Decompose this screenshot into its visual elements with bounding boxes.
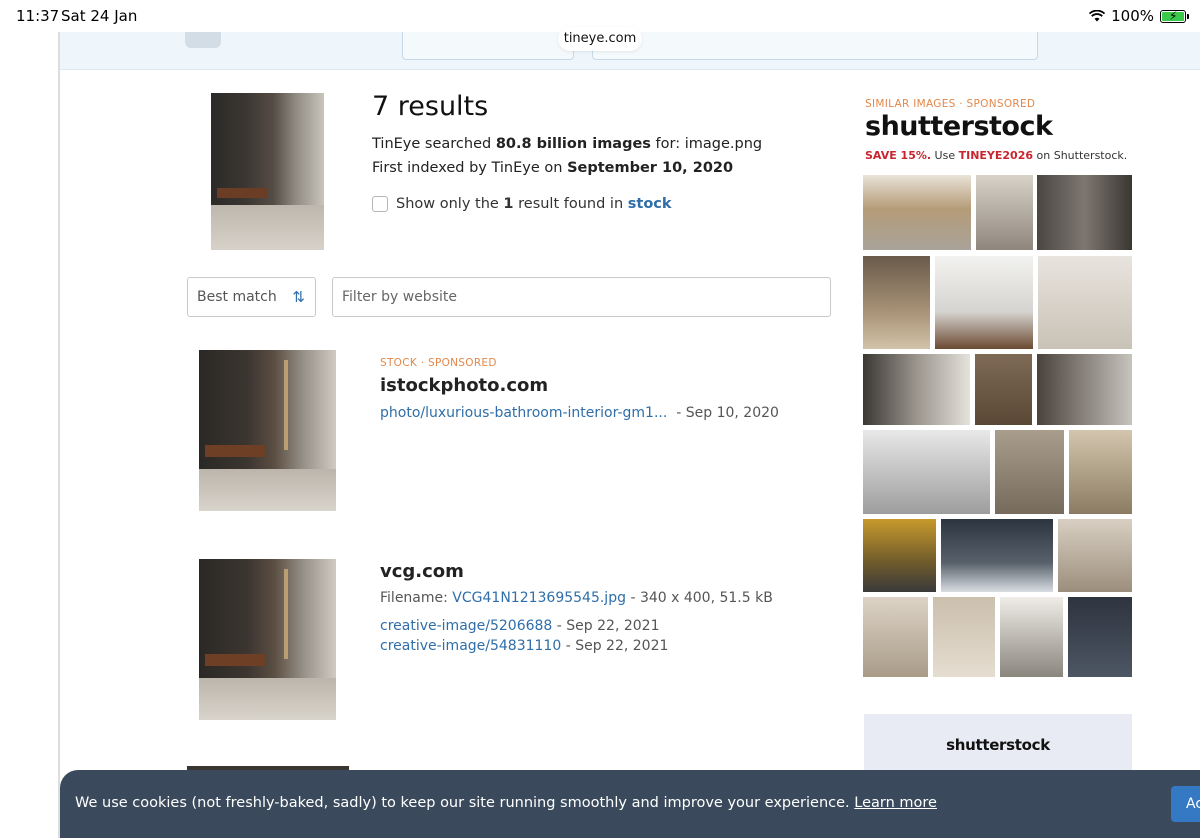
filter-website-input[interactable] [332, 277, 831, 317]
stock-only-filter[interactable]: Show only the 1 result found in stock [372, 196, 672, 212]
result-filename-row: Filename: VCG41N1213695545.jpg - 340 x 4… [380, 590, 773, 606]
result-site-name[interactable]: istockphoto.com [380, 375, 548, 396]
shutterstock-logo[interactable]: shutterstock [865, 111, 1053, 142]
ad-sponsored-text: SPONSORED [966, 98, 1036, 110]
similar-image-tile[interactable] [941, 519, 1053, 592]
result-link-row: creative-image/54831110 - Sep 22, 2021 [380, 638, 668, 654]
similar-image-tile[interactable] [976, 175, 1033, 250]
result-link[interactable]: photo/luxurious-bathroom-interior-gm1... [380, 405, 667, 421]
thumbnail-shelf [205, 654, 265, 666]
similar-image-tile[interactable] [1000, 597, 1063, 677]
promo-code: TINEYE2026 [958, 149, 1034, 162]
similar-image-tile[interactable] [995, 430, 1064, 514]
status-right: 100% ⚡ [1089, 7, 1189, 25]
query-image-floor [211, 205, 324, 250]
stock-count: 1 [503, 196, 514, 212]
thumbnail-light [284, 360, 288, 450]
searched-prefix: TinEye searched [372, 136, 496, 152]
similar-images-label: SIMILAR IMAGES · SPONSORED [865, 98, 1036, 110]
charging-bolt-icon: ⚡ [1169, 8, 1178, 23]
battery-icon: ⚡ [1160, 8, 1189, 23]
promo-text: SAVE 15%. Use TINEYE2026 on Shutterstock… [865, 149, 1127, 162]
similar-image-tile[interactable] [1038, 256, 1132, 349]
similar-image-tile[interactable] [1068, 597, 1132, 677]
query-image[interactable] [211, 93, 324, 250]
status-time: 11:37 [16, 7, 60, 25]
result-thumbnail[interactable] [199, 350, 336, 511]
result-link-row: photo/luxurious-bathroom-interior-gm1...… [380, 405, 779, 421]
cookie-banner: We use cookies (not freshly-baked, sadly… [60, 770, 1200, 838]
similar-image-tile[interactable] [863, 597, 928, 677]
first-indexed: First indexed by TinEye on September 10,… [372, 160, 733, 176]
indexed-date: September 10, 2020 [567, 160, 734, 176]
browser-url[interactable]: tineye.com [558, 27, 642, 51]
promo-save: SAVE 15%. [865, 149, 932, 162]
similar-image-tile[interactable] [1058, 519, 1132, 592]
cookie-message: We use cookies (not freshly-baked, sadly… [75, 795, 937, 811]
similar-image-tile[interactable] [863, 354, 970, 425]
banner-brand: shutterstock [946, 736, 1050, 754]
battery-percent: 100% [1111, 7, 1154, 25]
status-date: Sat 24 Jan [61, 7, 138, 25]
similar-image-tile[interactable] [933, 597, 995, 677]
filename-link[interactable]: VCG41N1213695545.jpg [452, 590, 626, 606]
result-date: - Sep 22, 2021 [556, 618, 660, 634]
sidebar-bezel [0, 32, 60, 838]
wifi-icon [1089, 10, 1106, 22]
accept-cookies-button[interactable]: Ac [1171, 786, 1200, 822]
thumbnail-light [284, 569, 288, 659]
indexed-prefix: First indexed by TinEye on [372, 160, 568, 176]
similar-image-tile[interactable] [863, 519, 936, 592]
result-tag-line: STOCK · SPONSORED [380, 357, 497, 369]
cookie-text: We use cookies (not freshly-baked, sadly… [75, 795, 850, 811]
thumbnail-floor [199, 469, 336, 511]
promo-end: on Shutterstock. [1033, 149, 1128, 162]
sort-select[interactable]: Best match ⇅ [187, 277, 316, 317]
stock-tag: STOCK [380, 357, 418, 369]
filename-label: Filename: [380, 590, 453, 606]
stock-mid: result found in [513, 196, 628, 212]
stock-prefix: Show only the [396, 196, 504, 212]
result-site-name[interactable]: vcg.com [380, 561, 464, 582]
sort-arrows-icon: ⇅ [292, 288, 305, 306]
similar-image-tile[interactable] [863, 430, 990, 514]
similar-image-tile[interactable] [863, 175, 971, 250]
similar-image-tile[interactable] [1037, 354, 1132, 425]
similar-image-tile[interactable] [935, 256, 1033, 349]
searched-summary: TinEye searched 80.8 billion images for:… [372, 136, 762, 152]
similar-image-tile[interactable] [1037, 175, 1132, 250]
stock-only-checkbox[interactable] [372, 196, 388, 212]
result-link-row: creative-image/5206688 - Sep 22, 2021 [380, 618, 659, 634]
searched-filename: image.png [684, 136, 763, 152]
searched-count: 80.8 billion images [495, 136, 651, 152]
query-image-shelf [217, 188, 267, 198]
results-count-title: 7 results [372, 91, 489, 122]
result-thumbnail[interactable] [199, 559, 336, 720]
learn-more-link[interactable]: Learn more [854, 795, 937, 811]
thumbnail-shelf [205, 445, 265, 457]
searched-mid: for: [650, 136, 685, 152]
filename-meta: - 340 x 400, 51.5 kB [630, 590, 773, 606]
result-date: - Sep 10, 2020 [676, 405, 779, 421]
sort-label: Best match [197, 289, 277, 305]
stock-link[interactable]: stock [628, 196, 672, 212]
result-link[interactable]: creative-image/5206688 [380, 618, 552, 634]
result-date: - Sep 22, 2021 [565, 638, 669, 654]
similar-image-tile[interactable] [975, 354, 1032, 425]
sponsored-tag: SPONSORED [427, 357, 497, 369]
ad-label-text: SIMILAR IMAGES [865, 98, 956, 110]
similar-image-tile[interactable] [1069, 430, 1132, 514]
thumbnail-floor [199, 678, 336, 720]
result-link[interactable]: creative-image/54831110 [380, 638, 561, 654]
similar-images-grid [863, 175, 1132, 677]
stock-filter-label: Show only the 1 result found in stock [396, 196, 672, 212]
promo-mid: Use [931, 149, 959, 162]
similar-image-tile[interactable] [863, 256, 930, 349]
